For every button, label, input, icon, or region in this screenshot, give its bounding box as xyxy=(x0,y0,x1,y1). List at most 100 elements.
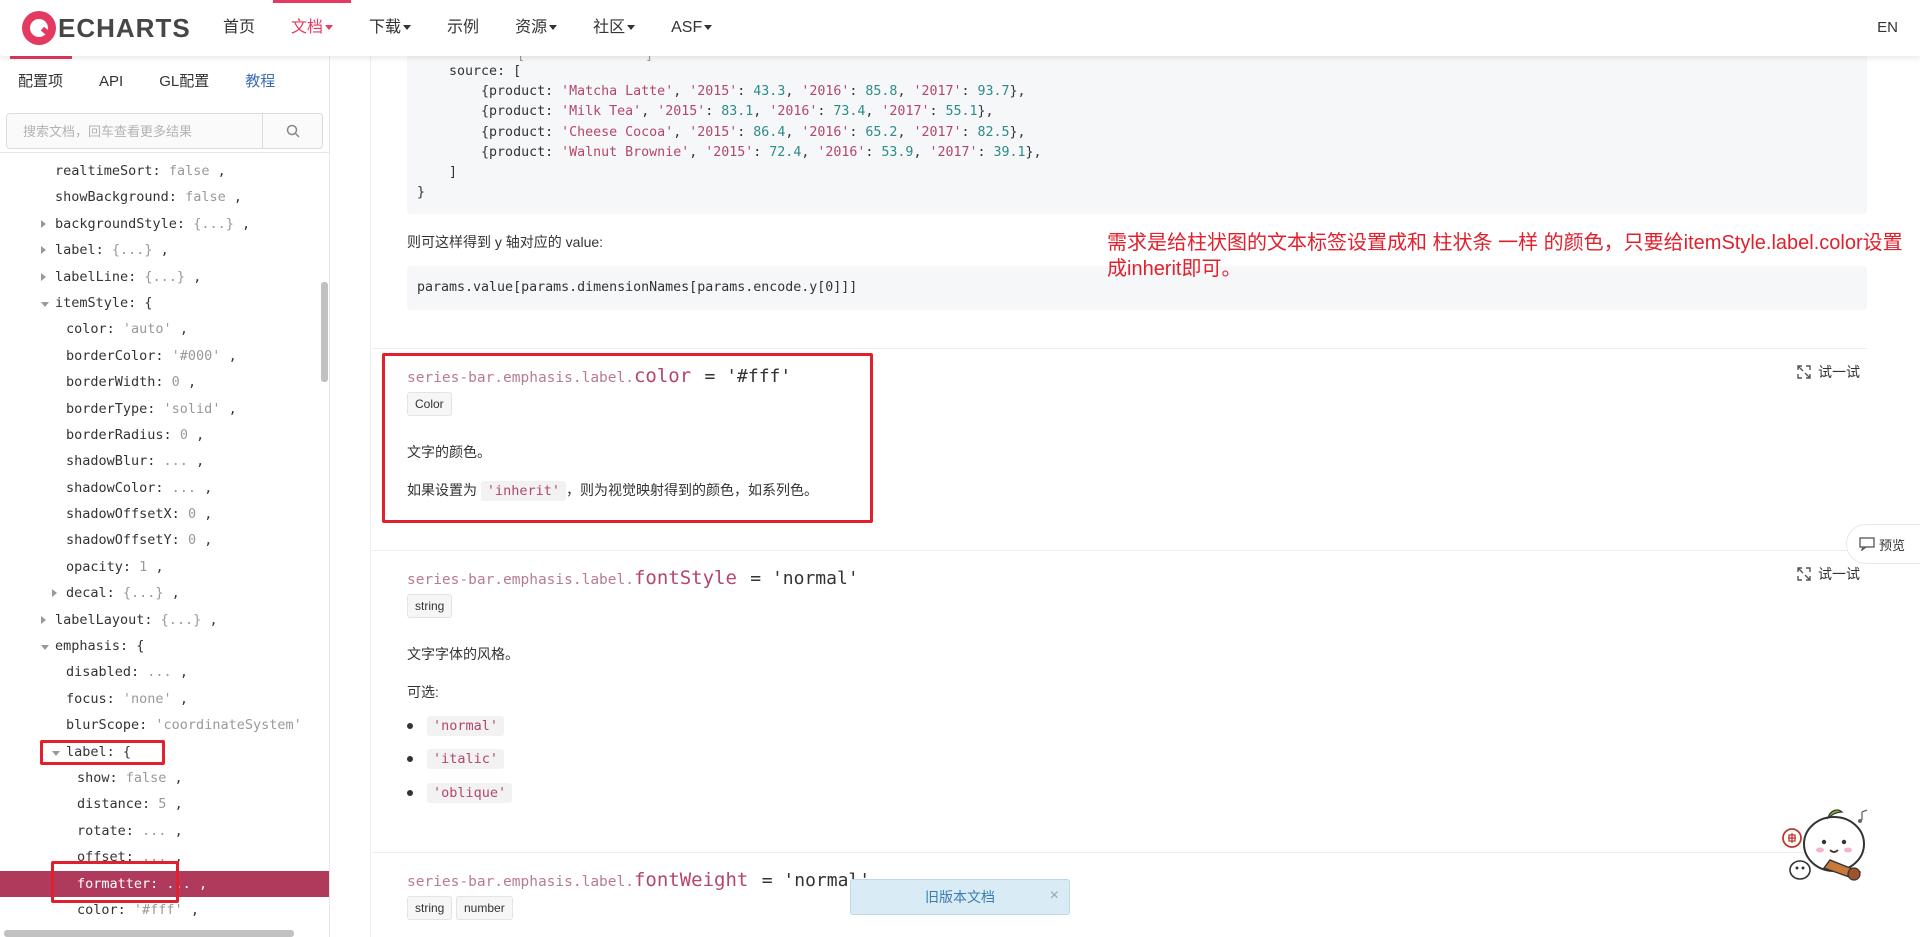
preview-label: 预览 xyxy=(1879,537,1906,553)
nav-item[interactable]: 社区 xyxy=(575,0,653,56)
tree-item[interactable]: show: false , xyxy=(0,765,329,791)
mascot-icon[interactable] xyxy=(1778,798,1874,894)
echarts-logo[interactable]: ECHARTS xyxy=(22,10,191,46)
nav-item[interactable]: 首页 xyxy=(205,0,273,56)
tab-option[interactable]: 配置项 xyxy=(0,62,81,102)
tree-item-key: borderRadius xyxy=(66,426,164,443)
tree-item[interactable]: backgroundStyle: {...} , xyxy=(0,211,329,237)
value-code: params.value[params.dimensionNames[param… xyxy=(417,280,858,295)
option-tree: realtimeSort: false , showBackground: fal… xyxy=(0,158,329,923)
tab-tutorial[interactable]: 教程 xyxy=(227,62,293,102)
tree-item[interactable]: borderWidth: 0 , xyxy=(0,369,329,395)
caret-down-icon[interactable] xyxy=(41,290,51,316)
sidebar-divider xyxy=(0,152,329,153)
code-line-close-bracket: ] xyxy=(449,165,458,180)
tree-item-key: borderColor xyxy=(66,347,156,364)
caret-right-icon[interactable] xyxy=(52,580,62,606)
tree-item[interactable]: showBackground: false , xyxy=(0,184,329,210)
tree-item-value: '#fff' xyxy=(133,901,183,918)
tree-item-key: backgroundStyle xyxy=(55,215,177,232)
tree-item[interactable]: borderType: 'solid' , xyxy=(0,396,329,422)
content-border xyxy=(370,56,371,937)
tree-item[interactable]: labelLayout: {...} , xyxy=(0,607,329,633)
caret-down-icon[interactable] xyxy=(41,633,51,659)
tree-item-value: ... xyxy=(147,664,172,681)
tree-item[interactable]: rotate: ... , xyxy=(0,818,329,844)
list-item: 'normal' xyxy=(407,716,505,736)
tree-item[interactable]: disabled: ... , xyxy=(0,659,329,685)
tree-item-key: focus xyxy=(66,690,107,707)
logo-text: ECHARTS xyxy=(58,12,191,43)
tab-gl-option[interactable]: GL配置 xyxy=(141,62,227,102)
tree-item[interactable]: blurScope: 'coordinateSystem' xyxy=(0,712,329,738)
tree-item[interactable]: focus: 'none' , xyxy=(0,686,329,712)
caret-right-icon[interactable] xyxy=(41,211,51,237)
nav-item[interactable]: 示例 xyxy=(429,0,497,56)
tree-item[interactable]: labelLine: {...} , xyxy=(0,264,329,290)
tree-item[interactable]: label: {...} , xyxy=(0,237,329,263)
color-desc: 文字的颜色。 xyxy=(407,444,491,460)
tree-item-value: false xyxy=(185,189,226,206)
doc-tabs: 配置项 API GL配置 教程 xyxy=(0,62,293,102)
tree-item[interactable]: itemStyle: { xyxy=(0,290,329,316)
tree-item[interactable]: emphasis: { xyxy=(0,633,329,659)
tree-item-value: ... xyxy=(142,822,167,839)
tab-api[interactable]: API xyxy=(81,62,141,102)
search-input[interactable] xyxy=(7,114,262,148)
caret-down-icon[interactable] xyxy=(52,739,62,765)
old-version-doc-bar[interactable]: 旧版本文档 × xyxy=(850,879,1070,915)
tree-item[interactable]: opacity: 1 , xyxy=(0,554,329,580)
tree-item-key: disabled xyxy=(66,664,132,681)
tree-item-value: false xyxy=(168,163,210,179)
tree-item-key: shadowColor xyxy=(66,479,156,496)
nav-item[interactable]: 文档 xyxy=(273,0,352,56)
tree-item-key: opacity xyxy=(66,558,123,575)
nav-item[interactable]: 资源 xyxy=(497,0,575,56)
value-intro-text: 则可这样得到 y 轴对应的 value: xyxy=(407,234,604,250)
section-divider xyxy=(371,550,1867,551)
tree-item[interactable]: label: { xyxy=(0,739,329,765)
sidebar-horizontal-scrollbar[interactable] xyxy=(4,930,294,937)
nav-item-label: ASF xyxy=(671,19,703,36)
preview-button[interactable]: 预览 xyxy=(1846,524,1920,564)
language-switch[interactable]: EN xyxy=(1877,0,1898,56)
nav-item[interactable]: ASF xyxy=(653,0,730,56)
option-value: 'oblique' xyxy=(427,783,513,803)
prop-name: color xyxy=(633,365,692,387)
list-item: 'oblique' xyxy=(407,783,513,803)
tree-item[interactable]: formatter: ... , xyxy=(0,870,329,897)
try-it-button[interactable]: 试一试 xyxy=(1796,564,1860,584)
code-line-source: source: [ xyxy=(449,64,522,79)
tree-item[interactable]: distance: 5 , xyxy=(0,791,329,817)
prop-default: = '#fff' xyxy=(704,366,792,387)
nav-item[interactable]: 下载 xyxy=(351,0,429,56)
tree-item[interactable]: realtimeSort: false , xyxy=(0,158,329,184)
caret-right-icon[interactable] xyxy=(41,264,51,290)
caret-right-icon[interactable] xyxy=(41,607,51,633)
tree-item-value: ... xyxy=(166,875,191,892)
tree-item-value: 0 xyxy=(187,506,197,523)
tree-item[interactable]: shadowBlur: ... , xyxy=(0,448,329,474)
tree-item[interactable]: borderRadius: 0 , xyxy=(0,422,329,448)
chevron-down-icon xyxy=(403,25,412,31)
sidebar-active-indicator xyxy=(10,56,72,59)
tree-item-value: 'none' xyxy=(122,690,172,707)
nav-item-label: 示例 xyxy=(447,19,480,36)
tree-item[interactable]: offset: ... , xyxy=(0,844,329,870)
sidebar-vertical-scrollbar[interactable] xyxy=(321,282,328,382)
doc-content: [ ] source: [ {product: 'Matcha Latte', … xyxy=(331,56,1920,937)
tree-item[interactable]: decal: {...} , xyxy=(0,580,329,606)
caret-right-icon[interactable] xyxy=(41,237,51,263)
nav-item-label: 文档 xyxy=(291,19,324,36)
tree-item[interactable]: color: '#fff' , xyxy=(0,897,329,923)
tree-item[interactable]: shadowOffsetX: 0 , xyxy=(0,501,329,527)
tree-item[interactable]: shadowOffsetY: 0 , xyxy=(0,527,329,553)
tree-item[interactable]: borderColor: '#000' , xyxy=(0,343,329,369)
search-button[interactable] xyxy=(262,114,322,148)
try-it-button[interactable]: 试一试 xyxy=(1796,362,1860,382)
tree-item[interactable]: shadowColor: ... , xyxy=(0,475,329,501)
prop-header-fontweight: series-bar.emphasis.label.fontWeight = '… xyxy=(407,869,870,891)
close-icon[interactable]: × xyxy=(1050,887,1059,905)
tree-item[interactable]: color: 'auto' , xyxy=(0,316,329,342)
tree-item-value: 0 xyxy=(179,426,188,443)
